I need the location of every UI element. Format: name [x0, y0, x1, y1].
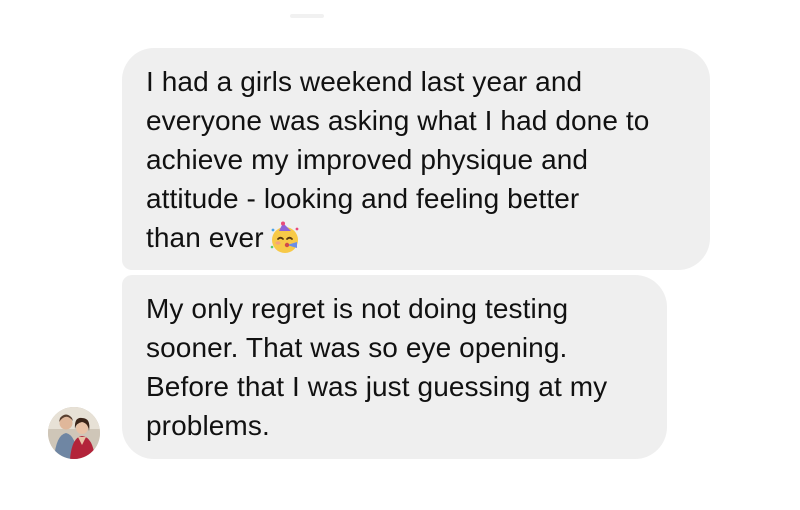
message-line: achieve my improved physique and	[146, 144, 589, 175]
partying-face-emoji-icon	[268, 221, 302, 255]
message-line: My only regret is not doing testing	[146, 293, 569, 324]
message-line: sooner. That was so eye opening.	[146, 332, 568, 363]
profile-photo-avatar	[48, 407, 100, 459]
message-bubble-2[interactable]: My only regret is not doing testing soon…	[122, 275, 667, 459]
message-bubble-1[interactable]: I had a girls weekend last year and ever…	[122, 48, 710, 270]
message-line: Before that I was just guessing at my	[146, 371, 608, 402]
message-line: I had a girls weekend last year and	[146, 66, 583, 97]
message-line-last: than ever	[146, 218, 684, 257]
message-line-text: than ever	[146, 222, 264, 253]
message-line: attitude - looking and feeling better	[146, 183, 580, 214]
message-thread: I had a girls weekend last year and ever…	[0, 0, 800, 510]
sender-avatar[interactable]	[48, 407, 100, 459]
message-line: problems.	[146, 410, 270, 441]
message-line: everyone was asking what I had done to	[146, 105, 650, 136]
